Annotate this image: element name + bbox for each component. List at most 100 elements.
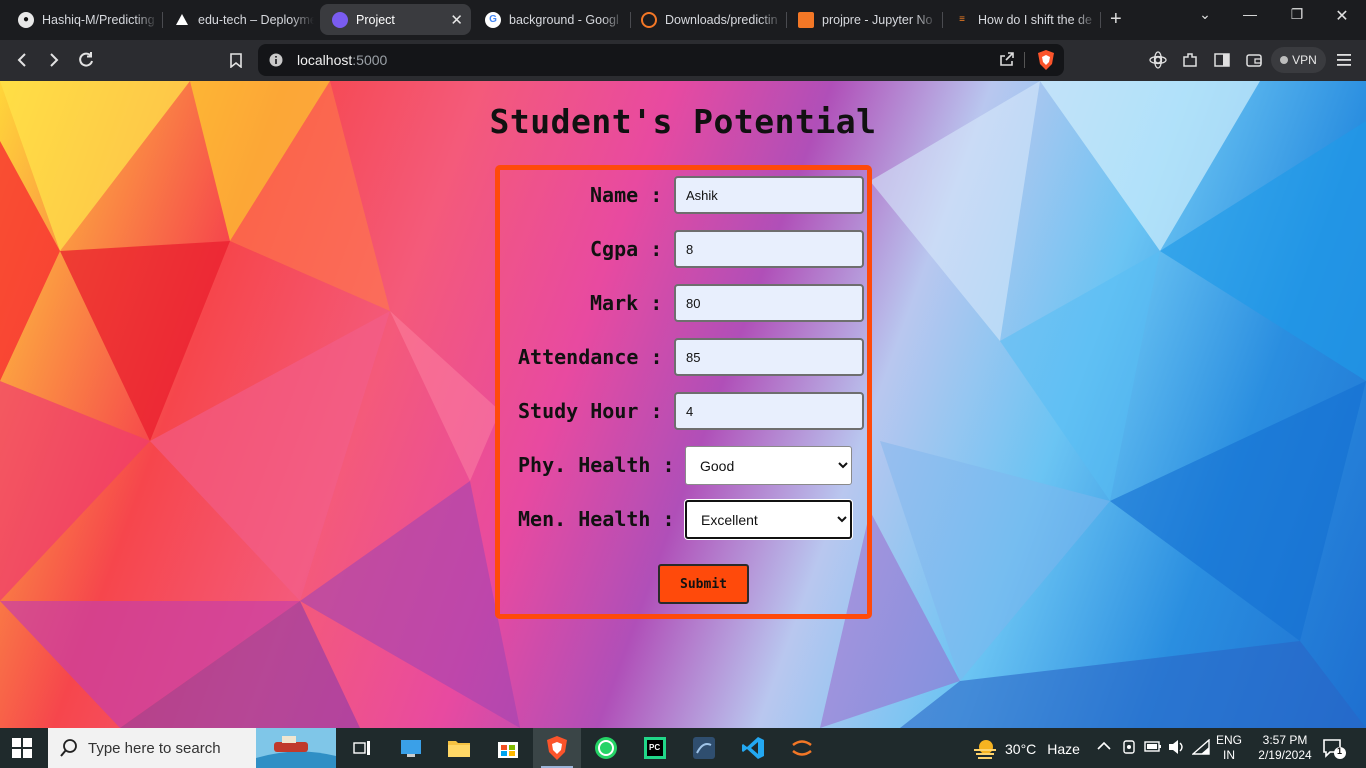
divider xyxy=(1024,52,1025,68)
vercel-icon xyxy=(174,12,190,28)
tab-divider xyxy=(1100,12,1101,28)
mental-health-select[interactable]: Excellent xyxy=(685,500,852,539)
tab-google[interactable]: G background - Googl xyxy=(467,4,625,35)
name-label: Name : xyxy=(590,183,663,207)
weather-temp: 30°C xyxy=(1005,741,1037,757)
tab-title: How do I shift the de xyxy=(978,12,1092,27)
region-code: IN xyxy=(1223,748,1235,762)
page-viewport: Student's Potential Name : Cgpa : Mark :… xyxy=(0,81,1366,728)
clock-time: 3:57 PM xyxy=(1262,733,1308,747)
mark-label: Mark : xyxy=(590,291,663,315)
haze-weather-icon xyxy=(974,740,996,759)
back-button[interactable] xyxy=(12,50,32,70)
browser-toolbar: localhost:5000 VPN xyxy=(0,40,1366,81)
windows-taskbar: Type here to search PC 30°C Haze ENG IN … xyxy=(0,728,1366,768)
github-icon: ● xyxy=(18,11,34,28)
clock-date: 2/19/2024 xyxy=(1258,748,1312,762)
menu-icon[interactable] xyxy=(1334,50,1354,70)
forward-button[interactable] xyxy=(44,50,64,70)
close-window-button[interactable]: ✕ xyxy=(1322,6,1362,26)
project-icon xyxy=(332,11,348,28)
page-title: Student's Potential xyxy=(489,102,877,141)
tab-search-chevron-icon[interactable]: ⌄ xyxy=(1185,6,1225,23)
share-icon[interactable] xyxy=(999,51,1015,72)
language-code: ENG xyxy=(1216,733,1243,747)
extensions-leo-icon[interactable] xyxy=(1148,50,1168,70)
browser-tab-strip: ● Hashiq-M/Predicting edu-tech – Deploym… xyxy=(0,0,1366,40)
sidebar-toggle-icon[interactable] xyxy=(1212,50,1232,70)
cgpa-input[interactable] xyxy=(674,230,864,268)
language-indicator[interactable]: ENG IN xyxy=(1216,733,1242,763)
taskbar-search-box[interactable]: Type here to search xyxy=(48,728,336,768)
jupyter-icon xyxy=(641,11,657,28)
jupyter-taskbar-icon[interactable] xyxy=(778,728,826,768)
name-input[interactable] xyxy=(674,176,864,214)
student-form: Name : Cgpa : Mark : Attendance : Study … xyxy=(495,165,872,619)
tab-vercel[interactable]: edu-tech – Deployme xyxy=(156,4,314,35)
attendance-label: Attendance : xyxy=(518,345,663,369)
tab-title: Hashiq-M/Predicting xyxy=(42,12,155,27)
mysql-workbench-icon[interactable] xyxy=(680,728,728,768)
notification-count-badge: 1 xyxy=(1337,746,1343,756)
search-icon xyxy=(60,739,77,757)
tab-project[interactable]: Project ✕ xyxy=(320,4,471,35)
site-info-icon[interactable] xyxy=(269,53,283,67)
file-explorer-icon[interactable] xyxy=(435,728,483,768)
submit-button[interactable]: Submit xyxy=(658,564,749,604)
desktop-app-icon[interactable] xyxy=(387,728,435,768)
weather-widget[interactable]: 30°C Haze xyxy=(972,738,1080,760)
tab-jupyter-downloads[interactable]: Downloads/predictin xyxy=(623,4,783,35)
vpn-status-icon xyxy=(1280,56,1289,64)
volume-icon[interactable] xyxy=(1168,739,1186,758)
windows-start-icon[interactable] xyxy=(12,738,34,760)
task-view-icon[interactable] xyxy=(338,728,386,768)
notebook-icon xyxy=(798,11,814,28)
close-tab-icon[interactable]: ✕ xyxy=(450,11,463,29)
brave-shields-icon[interactable] xyxy=(1037,50,1055,75)
tab-title: projpre - Jupyter No xyxy=(822,12,933,27)
study-hour-input[interactable] xyxy=(674,392,864,430)
cgpa-label: Cgpa : xyxy=(590,237,663,261)
physical-health-select[interactable]: Good xyxy=(685,446,852,485)
battery-icon[interactable] xyxy=(1144,739,1162,756)
vscode-icon[interactable] xyxy=(729,728,777,768)
attendance-input[interactable] xyxy=(674,338,864,376)
minimize-button[interactable]: — xyxy=(1230,6,1270,22)
tab-title: Project xyxy=(356,12,395,27)
restore-button[interactable]: ❐ xyxy=(1277,6,1317,23)
whatsapp-icon[interactable] xyxy=(582,728,630,768)
physical-health-label: Phy. Health : xyxy=(518,453,675,477)
tab-title: edu-tech – Deployme xyxy=(198,12,314,27)
microsoft-store-icon[interactable] xyxy=(484,728,532,768)
mark-input[interactable] xyxy=(674,284,864,322)
bookmark-icon[interactable] xyxy=(226,50,246,70)
search-placeholder: Type here to search xyxy=(88,740,221,757)
brave-browser-taskbar-icon[interactable] xyxy=(533,728,581,768)
url-text: localhost:5000 xyxy=(297,52,388,68)
tab-title: background - Googl xyxy=(509,12,619,27)
camera-icon[interactable] xyxy=(1122,739,1136,758)
tab-stackoverflow[interactable]: ≡ How do I shift the de xyxy=(936,4,1098,35)
pycharm-icon[interactable]: PC xyxy=(631,728,679,768)
system-clock[interactable]: 3:57 PM 2/19/2024 xyxy=(1254,733,1316,763)
tab-github[interactable]: ● Hashiq-M/Predicting xyxy=(0,4,158,35)
tab-jupyter-notebook[interactable]: projpre - Jupyter No xyxy=(780,4,938,35)
show-hidden-icons-chevron-icon[interactable] xyxy=(1097,739,1111,754)
stackoverflow-icon: ≡ xyxy=(959,14,965,25)
wallet-icon[interactable] xyxy=(1244,50,1264,70)
tab-title: Downloads/predictin xyxy=(665,12,778,27)
new-tab-button[interactable]: + xyxy=(1110,8,1122,31)
svg-text:PC: PC xyxy=(649,743,660,752)
google-icon: G xyxy=(485,11,501,28)
notification-center-icon[interactable]: 1 xyxy=(1322,738,1346,765)
address-bar[interactable]: localhost:5000 xyxy=(258,44,1064,76)
vpn-button[interactable]: VPN xyxy=(1271,47,1326,73)
search-highlight-art xyxy=(256,728,336,768)
network-icon[interactable] xyxy=(1191,738,1210,758)
weather-condition: Haze xyxy=(1047,741,1080,757)
study-hour-label: Study Hour : xyxy=(518,399,663,423)
reload-button[interactable] xyxy=(76,50,96,70)
puzzle-extensions-icon[interactable] xyxy=(1180,50,1200,70)
vpn-label: VPN xyxy=(1292,53,1317,67)
mental-health-label: Men. Health : xyxy=(518,507,675,531)
